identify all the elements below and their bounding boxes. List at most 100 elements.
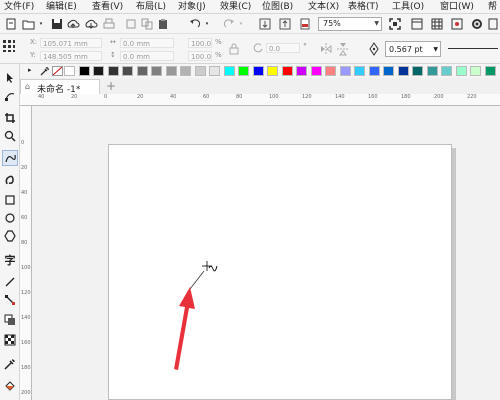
color-eyedropper-tool-icon[interactable] <box>2 356 18 372</box>
horizontal-ruler[interactable]: 40 20 0 20 40 60 80 100 120 140 160 180 200 220 <box>20 94 500 106</box>
eyedropper-icon[interactable] <box>40 66 50 76</box>
application-launcher-icon[interactable] <box>488 17 498 31</box>
color-swatch[interactable] <box>325 66 336 76</box>
text-tool-icon[interactable]: 字 <box>2 252 18 268</box>
color-swatch[interactable] <box>238 66 249 76</box>
cloud-download-icon[interactable] <box>84 17 98 31</box>
drawn-line[interactable] <box>189 270 205 290</box>
color-swatch[interactable] <box>354 66 365 76</box>
color-swatch[interactable] <box>339 66 351 76</box>
mirror-vertical-icon[interactable] <box>336 42 350 56</box>
mirror-horizontal-icon[interactable] <box>320 42 332 56</box>
snap-to-icon[interactable] <box>450 17 464 31</box>
menu-help[interactable]: 帮 <box>488 1 497 13</box>
paste-icon[interactable] <box>156 17 170 31</box>
color-swatch[interactable] <box>310 66 322 76</box>
color-swatch[interactable] <box>252 66 264 76</box>
drawing-canvas[interactable] <box>32 106 500 400</box>
color-swatch[interactable] <box>455 66 467 76</box>
color-swatch[interactable] <box>368 66 380 76</box>
color-swatch[interactable] <box>107 66 119 76</box>
import-icon[interactable] <box>258 17 272 31</box>
color-swatch[interactable] <box>412 66 423 76</box>
redo-icon[interactable] <box>222 17 236 31</box>
menu-layout[interactable]: 布局(L) <box>136 1 166 13</box>
rectangle-tool-icon[interactable] <box>2 192 18 208</box>
color-swatch[interactable] <box>194 66 206 76</box>
zoom-level-select[interactable]: 75% ▼ <box>318 17 382 31</box>
color-swatch[interactable] <box>281 66 293 76</box>
object-origin-icon[interactable] <box>2 39 16 53</box>
lock-ratio-icon[interactable] <box>228 43 240 55</box>
interactive-fill-tool-icon[interactable] <box>2 378 18 394</box>
freehand-tool-icon[interactable] <box>2 150 18 166</box>
color-swatch[interactable] <box>122 66 133 76</box>
color-swatch[interactable] <box>397 66 409 76</box>
outline-width-select[interactable]: 0.567 pt ▼ <box>385 41 441 57</box>
menu-effects[interactable]: 效果(C) <box>220 1 251 13</box>
publish-pdf-icon[interactable] <box>298 17 312 31</box>
pick-tool-icon[interactable] <box>2 70 18 86</box>
color-swatch[interactable] <box>209 66 220 76</box>
color-swatch[interactable] <box>151 66 162 76</box>
no-color-swatch[interactable] <box>52 66 63 76</box>
cloud-upload-icon[interactable] <box>66 17 80 31</box>
connector-tool-icon[interactable] <box>2 292 18 308</box>
polygon-tool-icon[interactable] <box>2 228 18 244</box>
color-swatch[interactable] <box>426 66 438 76</box>
height-field[interactable]: 0.0 mm <box>120 51 174 61</box>
parallel-dimension-tool-icon[interactable] <box>2 274 18 290</box>
crop-tool-icon[interactable] <box>2 110 18 126</box>
menu-file[interactable]: 文件(F) <box>4 1 34 13</box>
ellipse-tool-icon[interactable] <box>2 210 18 226</box>
line-style-select[interactable] <box>446 43 500 55</box>
y-position-field[interactable]: 148.505 mm <box>40 51 102 61</box>
shape-tool-icon[interactable] <box>2 88 18 104</box>
rotation-angle-field[interactable]: 0.0 <box>266 43 300 53</box>
artistic-media-tool-icon[interactable] <box>2 172 18 188</box>
menu-bitmaps[interactable]: 位图(B) <box>262 1 293 13</box>
color-swatch[interactable] <box>484 66 496 76</box>
color-swatch[interactable] <box>136 66 148 76</box>
show-grid-icon[interactable] <box>430 17 444 31</box>
scale-x-field[interactable]: 100.0 <box>188 38 212 48</box>
print-icon[interactable] <box>102 17 116 31</box>
save-icon[interactable] <box>50 17 64 31</box>
color-swatch[interactable] <box>223 66 235 76</box>
menu-edit[interactable]: 编辑(E) <box>46 1 77 13</box>
menu-window[interactable]: 窗口(W) <box>440 1 474 13</box>
cut-icon[interactable] <box>124 17 138 31</box>
document-tab[interactable]: ⌂ 未命名 -1* <box>20 79 100 95</box>
color-swatch[interactable] <box>441 66 452 76</box>
menu-text[interactable]: 文本(X) <box>308 1 339 13</box>
new-document-icon[interactable] <box>4 17 18 31</box>
transparency-tool-icon[interactable] <box>2 332 18 348</box>
open-dropdown-icon[interactable]: ▾ <box>38 17 44 31</box>
full-screen-icon[interactable] <box>388 17 402 31</box>
undo-dropdown-icon[interactable]: ▾ <box>204 17 210 31</box>
redo-dropdown-icon[interactable]: ▾ <box>238 17 244 31</box>
menu-view[interactable]: 查看(V) <box>92 1 123 13</box>
menu-table[interactable]: 表格(T) <box>348 1 379 13</box>
undo-icon[interactable] <box>188 17 202 31</box>
scale-y-field[interactable]: 100.0 <box>188 51 212 61</box>
color-swatch[interactable] <box>296 66 307 76</box>
color-swatch[interactable] <box>165 66 177 76</box>
open-folder-icon[interactable] <box>22 17 36 31</box>
vertical-ruler[interactable]: 0 20 40 60 80 100 120 140 160 180 200 <box>20 106 32 400</box>
drop-shadow-tool-icon[interactable] <box>2 312 18 328</box>
color-swatch[interactable] <box>383 66 394 76</box>
menu-tools[interactable]: 工具(O) <box>392 1 424 13</box>
copy-icon[interactable] <box>140 17 154 31</box>
palette-expand-icon[interactable]: ▸ <box>28 66 32 74</box>
outline-pen-icon[interactable] <box>368 42 380 56</box>
color-swatch[interactable] <box>470 66 481 76</box>
color-swatch[interactable] <box>267 66 278 76</box>
show-rulers-icon[interactable] <box>410 17 424 31</box>
width-field[interactable]: 0.0 mm <box>120 38 174 48</box>
x-position-field[interactable]: 105.071 mm <box>40 38 102 48</box>
color-swatch[interactable] <box>78 66 90 76</box>
add-document-tab-button[interactable]: + <box>106 80 116 92</box>
color-swatch[interactable] <box>180 66 191 76</box>
color-swatch[interactable] <box>93 66 104 76</box>
